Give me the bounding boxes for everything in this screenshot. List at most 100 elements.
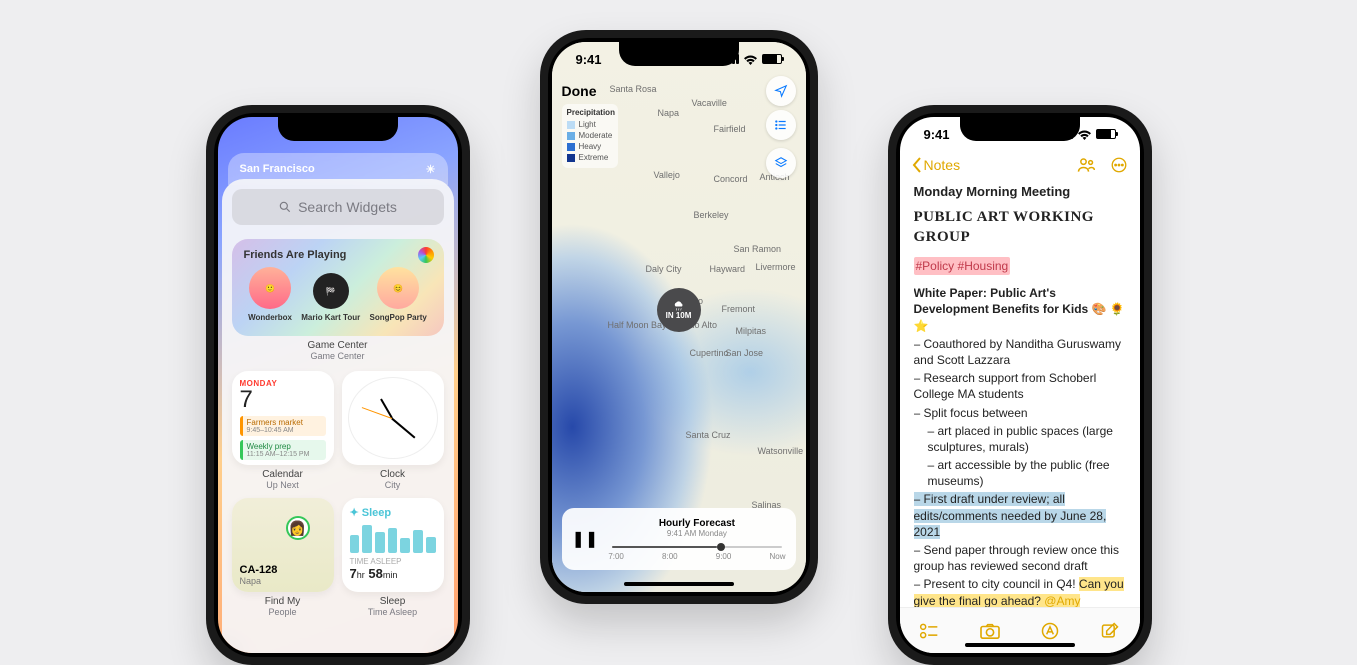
weather-city: San Francisco (240, 163, 315, 175)
notes-navbar: Notes (900, 147, 1140, 183)
markup-button[interactable] (1040, 621, 1060, 641)
widget-label: CalendarUp Next (232, 469, 334, 490)
weather-bubble[interactable]: IN 10M (657, 288, 701, 332)
widget-label: Find MyPeople (232, 596, 334, 617)
legend-row: Heavy (567, 142, 613, 151)
findmy-city: Napa (240, 576, 278, 586)
widget-label: SleepTime Asleep (342, 596, 444, 617)
camera-button[interactable] (979, 622, 1001, 640)
map-place-label: Santa Cruz (686, 430, 731, 440)
done-button[interactable]: Done (562, 83, 597, 99)
more-button[interactable] (1110, 156, 1128, 174)
sun-icon: ☀︎ (426, 163, 436, 176)
note-heading: Public Art Working Group (914, 207, 1126, 248)
list-button[interactable] (766, 110, 796, 140)
sleep-value: 7hr 58min (350, 566, 436, 581)
widget-gallery-sheet: Search Widgets Friends Are Playing 🙂 Won… (222, 179, 454, 653)
clock-widget[interactable] (342, 371, 444, 465)
forecast-sub: 9:41 AM Monday (608, 529, 785, 538)
widget-label: Game Center Game Center (232, 340, 444, 361)
search-icon (278, 200, 292, 214)
map-place-label: Watsonville (758, 446, 804, 456)
game-center-icon (418, 247, 434, 263)
map-place-label: Cupertino (690, 348, 729, 358)
note-line: – art placed in public spaces (large scu… (914, 423, 1126, 455)
search-placeholder: Search Widgets (298, 199, 397, 215)
note-line: – First draft under review; all edits/co… (914, 491, 1126, 540)
map-place-label: Hayward (710, 264, 746, 274)
note-line: – Coauthored by Nanditha Guruswamy and S… (914, 336, 1126, 368)
location-arrow-button[interactable] (766, 76, 796, 106)
pause-button[interactable]: ❚❚ (572, 529, 599, 549)
map-place-label: Vallejo (654, 170, 680, 180)
collaborate-button[interactable] (1076, 156, 1096, 174)
note-line: – Present to city council in Q4! Can you… (914, 576, 1126, 607)
gc-item[interactable]: 🙂 Wonderbox (248, 267, 292, 322)
layers-button[interactable] (766, 148, 796, 178)
sleep-title: ✦ Sleep (350, 506, 436, 519)
gc-item[interactable]: 🏁 Mario Kart Tour (301, 273, 360, 322)
weather-bubble-text: IN 10M (666, 311, 692, 320)
note-line: – Split focus between (914, 405, 1126, 421)
phone-maps-weather: 9:41 Santa RosaNapaVacavilleFairfieldVal… (540, 30, 818, 604)
map-place-label: Livermore (756, 262, 796, 272)
avatar-icon: 🙂 (249, 267, 291, 309)
sleep-section: TIME ASLEEP (350, 557, 436, 566)
home-indicator[interactable] (965, 643, 1075, 647)
precipitation-legend: Precipitation LightModerateHeavyExtreme (562, 104, 618, 168)
map-place-label: Napa (658, 108, 680, 118)
search-input[interactable]: Search Widgets (232, 189, 444, 225)
widget-label: ClockCity (342, 469, 444, 490)
person-pin-icon: 👩 (286, 516, 310, 540)
wifi-icon (743, 54, 758, 65)
gc-item-label: Wonderbox (248, 313, 292, 322)
compose-button[interactable] (1100, 621, 1120, 641)
calendar-widget[interactable]: MONDAY 7 Farmers market 9:45–10:45 AM We… (232, 371, 334, 465)
gc-item-label: Mario Kart Tour (301, 313, 360, 322)
note-tags: #Policy #Housing (914, 257, 1011, 275)
battery-icon (762, 54, 782, 64)
map-place-label: San Ramon (734, 244, 782, 254)
gc-item[interactable]: 😊 SongPop Party (369, 267, 426, 322)
phone-widgets: San Francisco ☀︎ Search Widgets Friends … (206, 105, 470, 665)
checklist-button[interactable] (919, 622, 939, 640)
map-header: Done (562, 76, 796, 106)
map-place-label: Berkeley (694, 210, 729, 220)
note-title: Monday Morning Meeting (914, 183, 1126, 201)
note-body[interactable]: Monday Morning Meeting Public Art Workin… (914, 183, 1126, 607)
note-line: – art accessible by the public (free mus… (914, 457, 1126, 489)
wifi-icon (1077, 129, 1092, 140)
status-time: 9:41 (924, 127, 950, 142)
hourly-forecast-card[interactable]: ❚❚ Hourly Forecast 9:41 AM Monday 7:008:… (562, 508, 796, 570)
phone-notes: 9:41 Notes Monday Morning Meet (888, 105, 1152, 665)
findmy-widget[interactable]: 👩 CA-128 Napa (232, 498, 334, 592)
calendar-event: Weekly prep 11:15 AM–12:15 PM (240, 440, 326, 460)
game-icon: 🏁 (313, 273, 349, 309)
legend-row: Extreme (567, 153, 613, 162)
sleep-widget[interactable]: ✦ Sleep TIME ASLEEP 7hr 58min (342, 498, 444, 592)
rain-icon (672, 301, 686, 311)
forecast-title: Hourly Forecast (608, 518, 785, 529)
back-button[interactable]: Notes (912, 157, 961, 173)
avatar-icon: 😊 (377, 267, 419, 309)
home-indicator[interactable] (624, 582, 734, 586)
status-time: 9:41 (576, 52, 602, 67)
gc-header: Friends Are Playing (244, 249, 432, 261)
chevron-left-icon (912, 157, 922, 173)
note-line: – Research support from Schoberl College… (914, 370, 1126, 402)
note-line: – Send paper through review once this gr… (914, 542, 1126, 574)
calendar-event: Farmers market 9:45–10:45 AM (240, 416, 326, 436)
battery-icon (1096, 129, 1116, 139)
calendar-date: 7 (240, 388, 326, 412)
game-center-widget[interactable]: Friends Are Playing 🙂 Wonderbox 🏁 Mario … (232, 239, 444, 336)
note-subhead: White Paper: Public Art's Development Be… (914, 286, 1125, 332)
sleep-bars-icon (350, 523, 436, 553)
map-place-label: Daly City (646, 264, 682, 274)
gc-item-label: SongPop Party (369, 313, 426, 322)
legend-row: Light (567, 120, 613, 129)
findmy-route: CA-128 (240, 564, 278, 576)
map-place-label: Concord (714, 174, 748, 184)
forecast-scrubber[interactable] (612, 546, 781, 548)
map-place-label: Fairfield (714, 124, 746, 134)
forecast-ticks: 7:008:009:00Now (608, 552, 785, 561)
